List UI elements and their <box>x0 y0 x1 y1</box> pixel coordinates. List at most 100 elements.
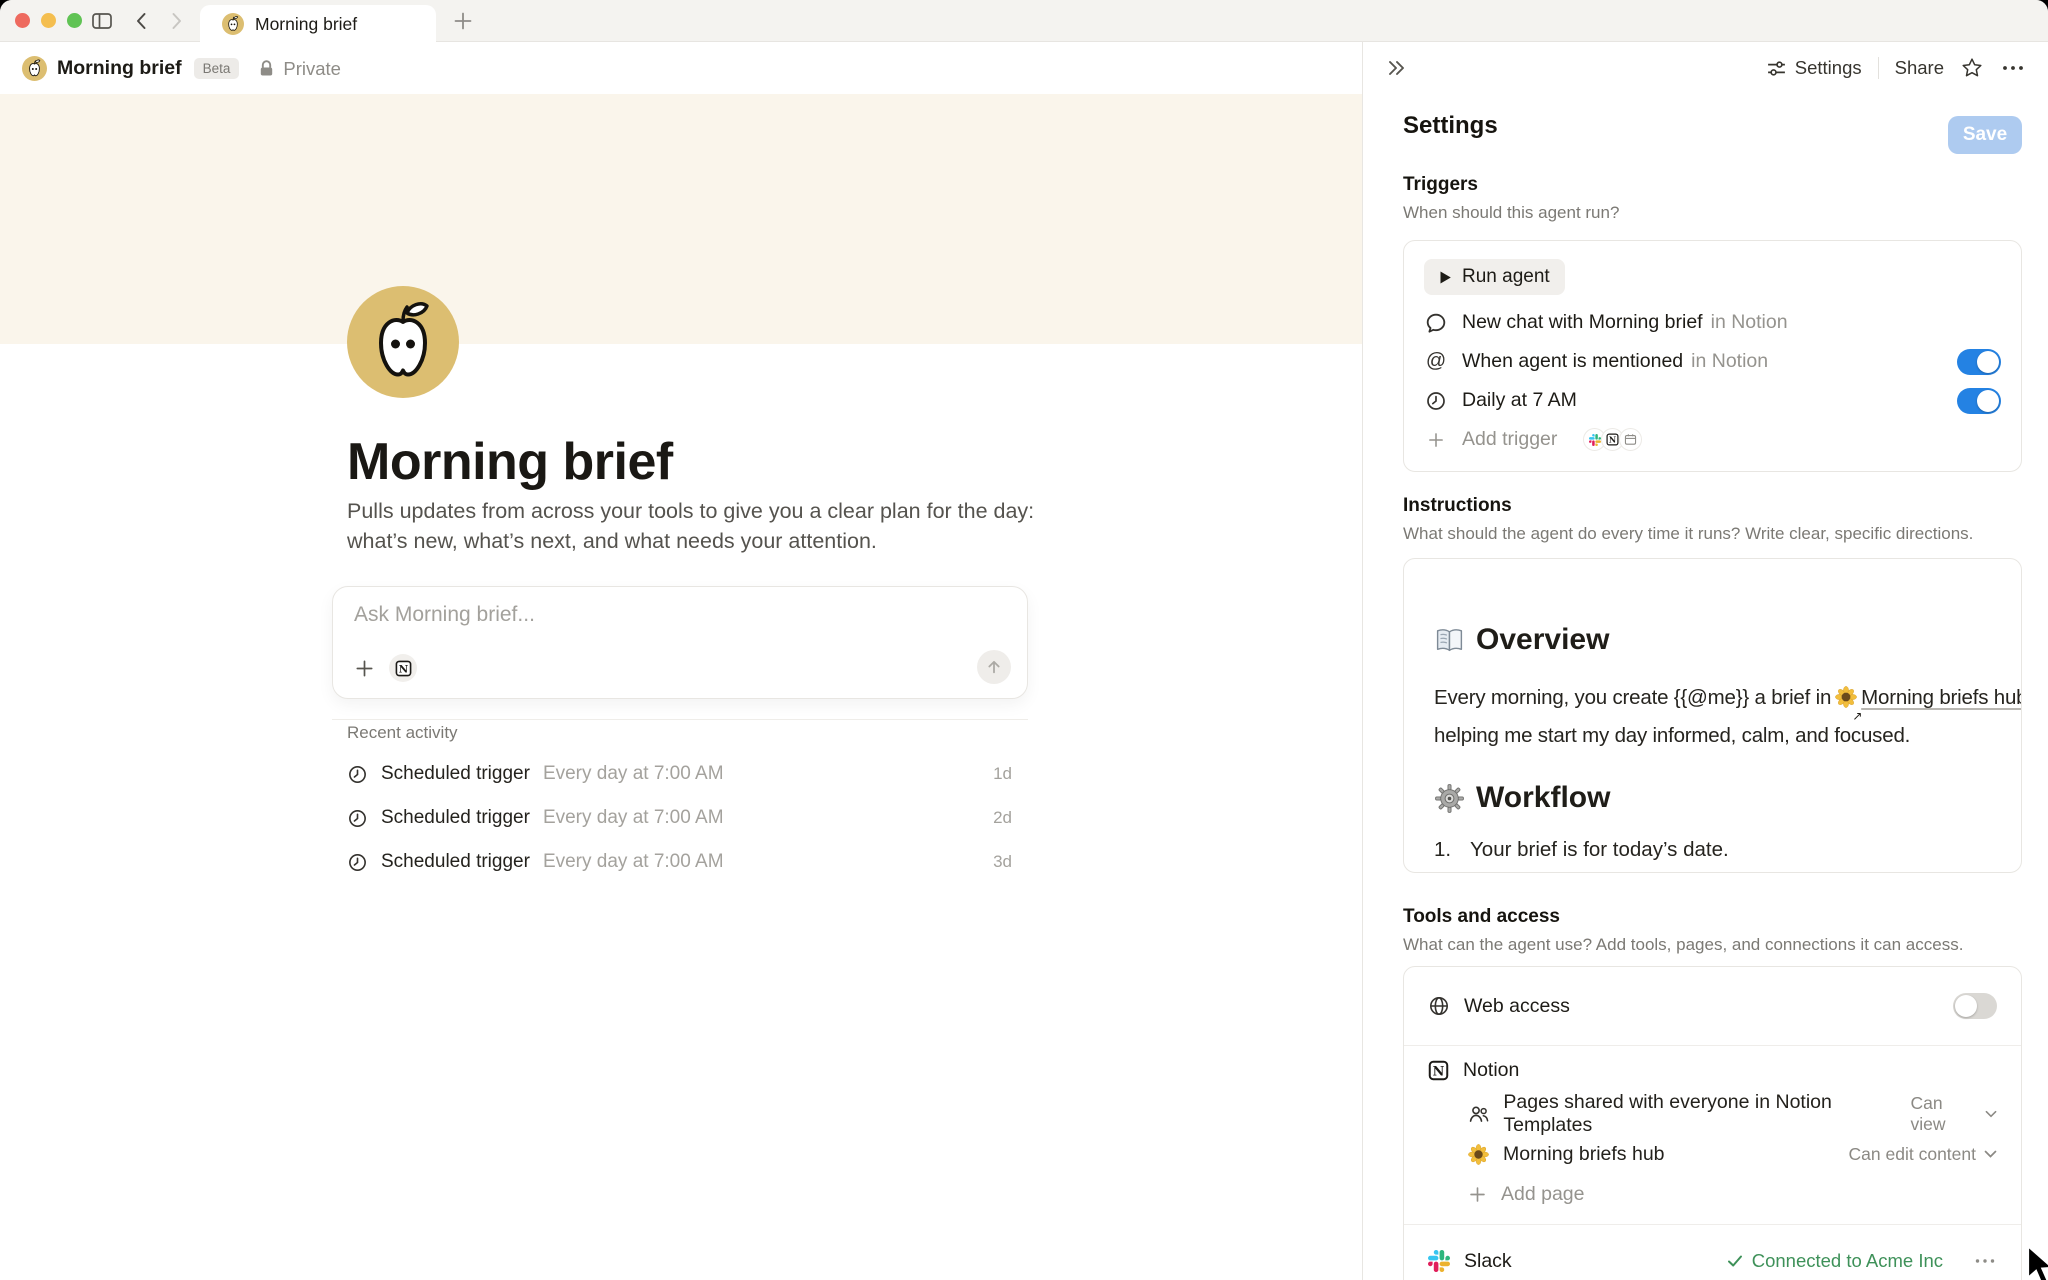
slack-tool-row[interactable]: Slack Connected to Acme Inc <box>1404 1225 2021 1280</box>
sidebar-toggle-icon[interactable] <box>90 9 114 33</box>
clock-icon <box>347 808 368 829</box>
activity-age: 3d <box>993 852 1012 872</box>
collapse-panel-icon[interactable] <box>1385 56 1409 80</box>
activity-row[interactable]: Scheduled trigger Every day at 7:00 AM 2… <box>347 796 1012 840</box>
instructions-heading: Instructions <box>1403 495 1512 517</box>
instructions-editor[interactable]: Overview Every morning, you create {{@me… <box>1403 558 2022 873</box>
tools-card: Web access Notion Pages shared with ever… <box>1403 966 2022 1280</box>
app-window: Morning brief Morning brief Beta Private… <box>0 0 2048 1280</box>
overview-section-heading: Overview <box>1434 621 1991 659</box>
divider <box>1878 57 1879 79</box>
trigger-source-icons <box>1583 428 1642 451</box>
minimize-window-button[interactable] <box>41 13 56 28</box>
web-access-row[interactable]: Web access <box>1404 977 2021 1035</box>
notion-icon <box>1606 433 1619 446</box>
page-description: Pulls updates from across your tools to … <box>347 496 1034 556</box>
panel-header: Settings Share <box>1363 42 2048 94</box>
daily-trigger-toggle[interactable] <box>1957 388 2001 414</box>
clock-icon <box>1425 390 1447 412</box>
doc-header: Morning brief Beta Private <box>0 43 1362 94</box>
run-agent-button[interactable]: Run agent <box>1424 259 1565 295</box>
privacy-label: Private <box>283 58 341 80</box>
notion-icon <box>1428 1060 1449 1081</box>
workflow-section-heading: Workflow <box>1434 779 1991 817</box>
plus-icon <box>1468 1185 1487 1204</box>
open-book-icon <box>1434 625 1465 656</box>
add-page-button[interactable]: Add page <box>1404 1174 2021 1214</box>
permission-dropdown[interactable]: Can edit content <box>1849 1144 1997 1165</box>
slack-icon <box>1428 1250 1450 1272</box>
page-mention[interactable]: ↗ <box>1835 685 1857 719</box>
breadcrumb-page-title[interactable]: Morning brief <box>57 57 182 80</box>
overview-paragraph-line2: helping me start my day informed, calm, … <box>1434 719 1991 753</box>
calendar-icon <box>1624 433 1637 446</box>
workflow-steps: 1.Your brief is for today’s date. 2.Sear… <box>1434 835 1991 873</box>
activity-row[interactable]: Scheduled trigger Every day at 7:00 AM 3… <box>347 840 1012 884</box>
notion-context-chip[interactable] <box>389 654 417 682</box>
notion-tool-row[interactable]: Notion <box>1404 1046 2021 1094</box>
instructions-subheading: What should the agent do every time it r… <box>1403 524 1973 544</box>
agent-avatar[interactable] <box>347 286 459 398</box>
page-cover-banner <box>0 94 1362 344</box>
settings-tab-button[interactable]: Settings <box>1766 57 1862 79</box>
trigger-row-mentioned[interactable]: @ When agent is mentioned in Notion <box>1424 342 2001 381</box>
trigger-row-daily[interactable]: Daily at 7 AM <box>1424 381 2001 420</box>
settings-heading: Settings <box>1403 112 1498 140</box>
check-icon <box>1727 1254 1743 1268</box>
privacy-control[interactable]: Private <box>257 58 341 80</box>
overview-paragraph: Every morning, you create {{@me}} a brie… <box>1434 681 1991 719</box>
activity-row[interactable]: Scheduled trigger Every day at 7:00 AM 1… <box>347 752 1012 796</box>
attach-plus-icon[interactable] <box>354 658 375 679</box>
send-button[interactable] <box>977 650 1011 684</box>
tools-subheading: What can the agent use? Add tools, pages… <box>1403 935 1963 955</box>
close-window-button[interactable] <box>15 13 30 28</box>
share-button[interactable]: Share <box>1895 57 1944 79</box>
tab-title: Morning brief <box>255 14 357 35</box>
web-access-toggle[interactable] <box>1953 993 1997 1019</box>
recent-activity-heading: Recent activity <box>347 723 1012 743</box>
activity-age: 2d <box>993 808 1012 828</box>
link-arrow-icon: ↗ <box>1852 711 1862 722</box>
chevron-down-icon <box>1984 1150 1997 1158</box>
tab-morning-brief[interactable]: Morning brief <box>200 5 436 43</box>
window-controls[interactable] <box>15 13 82 28</box>
slack-connection-status: Connected to Acme Inc <box>1727 1250 1943 1272</box>
people-icon <box>1468 1103 1489 1126</box>
permission-dropdown[interactable]: Can view <box>1910 1093 1997 1135</box>
new-tab-button[interactable] <box>452 10 474 32</box>
sunflower-icon <box>1468 1144 1489 1165</box>
apple-avatar-icon <box>22 56 47 81</box>
activity-age: 1d <box>993 764 1012 784</box>
mouse-cursor <box>2024 1244 2048 1280</box>
more-options-icon[interactable] <box>2000 56 2026 80</box>
add-trigger-button[interactable]: Add trigger <box>1424 420 2001 459</box>
clock-icon <box>347 764 368 785</box>
triggers-card: Run agent New chat with Morning brief in… <box>1403 240 2022 472</box>
star-icon[interactable] <box>1960 56 1984 80</box>
page-link[interactable]: Morning briefs hub <box>1861 686 2022 709</box>
ask-agent-composer[interactable] <box>332 586 1028 699</box>
globe-icon <box>1428 995 1450 1017</box>
sunflower-icon <box>1835 686 1857 708</box>
zoom-window-button[interactable] <box>67 13 82 28</box>
notion-page-row[interactable]: Pages shared with everyone in Notion Tem… <box>1404 1094 2021 1134</box>
forward-icon[interactable] <box>164 9 188 33</box>
clock-icon <box>347 852 368 873</box>
triggers-heading: Triggers <box>1403 174 1478 196</box>
more-options-icon[interactable] <box>1973 1250 1997 1272</box>
page-title: Morning brief <box>347 432 673 492</box>
back-icon[interactable] <box>130 9 154 33</box>
trigger-row-new-chat[interactable]: New chat with Morning brief in Notion <box>1424 303 2001 342</box>
play-icon <box>1439 270 1452 285</box>
main-content: Morning brief Pulls updates from across … <box>0 94 1362 1280</box>
notion-page-row[interactable]: Morning briefs hub Can edit content <box>1404 1134 2021 1174</box>
ask-agent-input[interactable] <box>354 603 954 627</box>
recent-activity: Recent activity Scheduled trigger Every … <box>347 723 1012 884</box>
save-button[interactable]: Save <box>1948 116 2022 154</box>
at-sign-icon: @ <box>1424 350 1448 373</box>
mention-trigger-toggle[interactable] <box>1957 349 2001 375</box>
settings-panel: Settings Share Settings Save Triggers Wh… <box>1362 42 2048 1280</box>
beta-badge: Beta <box>194 58 240 79</box>
tools-heading: Tools and access <box>1403 906 1560 928</box>
gear-icon <box>1434 783 1465 814</box>
